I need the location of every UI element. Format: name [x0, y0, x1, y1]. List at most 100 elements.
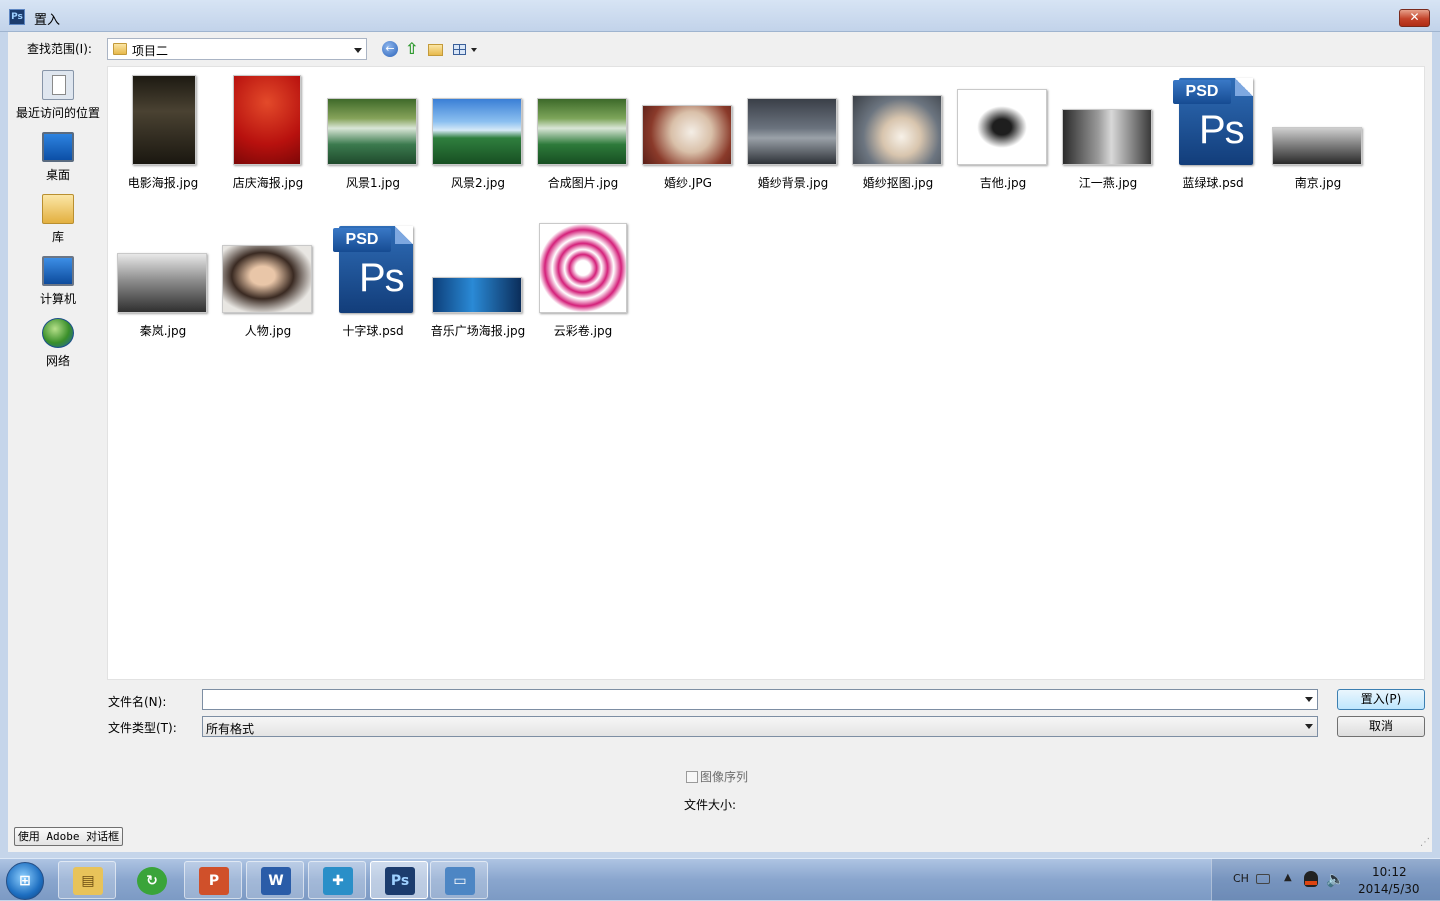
- file-name: 店庆海报.jpg: [232, 176, 304, 190]
- new-folder-button[interactable]: [428, 41, 446, 59]
- place-network[interactable]: 网络: [8, 318, 108, 369]
- file-thumbnail: [432, 98, 522, 165]
- place-button[interactable]: 置入(P): [1337, 689, 1425, 710]
- file-name: 南京.jpg: [1294, 176, 1342, 190]
- folder-icon: [113, 43, 127, 55]
- file-name: 风景1.jpg: [345, 176, 401, 190]
- clock-time[interactable]: 10:12: [1372, 865, 1407, 879]
- taskbar-app-powerpoint[interactable]: P: [184, 861, 242, 899]
- file-thumbnail: [132, 75, 196, 165]
- image-sequence-option[interactable]: 图像序列: [686, 768, 748, 785]
- file-item[interactable]: PSD Ps 蓝绿球.psd: [1161, 67, 1265, 197]
- file-thumbnail: [432, 277, 522, 313]
- back-button[interactable]: ←: [382, 41, 400, 59]
- place-desktop[interactable]: 桌面: [8, 132, 108, 183]
- desktop-icon: [42, 132, 74, 162]
- file-thumbnail: [117, 253, 207, 313]
- keyboard-icon[interactable]: [1256, 874, 1270, 884]
- library-icon: [42, 194, 74, 224]
- file-list-view[interactable]: 电影海报.jpg 店庆海报.jpg 风景1.jpg 风景2.jpg 合成图片.j…: [107, 66, 1425, 680]
- file-name: 合成图片.jpg: [547, 176, 619, 190]
- file-name: 风景2.jpg: [450, 176, 506, 190]
- view-grid-icon: [453, 44, 466, 55]
- file-explorer-icon: ▤: [73, 867, 103, 895]
- file-item[interactable]: 店庆海报.jpg: [216, 67, 320, 197]
- back-arrow-icon: ←: [382, 41, 398, 57]
- image-sequence-checkbox[interactable]: [686, 771, 698, 783]
- filetype-select[interactable]: 所有格式: [202, 716, 1318, 737]
- file-thumbnail: [537, 98, 627, 165]
- photoshop-app-icon: Ps: [9, 9, 25, 25]
- psd-file-icon: PSD Ps: [333, 226, 413, 313]
- file-item[interactable]: PSD Ps 十字球.psd: [321, 215, 425, 345]
- language-indicator[interactable]: CH: [1233, 872, 1249, 885]
- network-icon: [42, 318, 74, 348]
- chevron-down-icon: [1305, 724, 1313, 729]
- powerpoint-icon: P: [199, 867, 229, 895]
- file-item[interactable]: 音乐广场海报.jpg: [426, 215, 530, 345]
- taskbar-app-explorer[interactable]: ▤: [58, 861, 116, 899]
- app-icon: ✚: [323, 867, 353, 895]
- place-label: 桌面: [45, 168, 70, 182]
- file-item[interactable]: 婚纱抠图.jpg: [846, 67, 950, 197]
- file-item[interactable]: 秦岚.jpg: [111, 215, 215, 345]
- file-item[interactable]: 云彩卷.jpg: [531, 215, 635, 345]
- file-item[interactable]: 合成图片.jpg: [531, 67, 635, 197]
- resize-grip-icon[interactable]: ⋰: [1420, 837, 1430, 848]
- file-name: 十字球.psd: [342, 324, 404, 338]
- file-item[interactable]: 婚纱背景.jpg: [741, 67, 845, 197]
- file-name: 云彩卷.jpg: [553, 324, 613, 338]
- file-name: 人物.jpg: [244, 324, 292, 338]
- up-arrow-icon: ⇧: [405, 39, 419, 58]
- word-icon: W: [261, 867, 291, 895]
- psd-file-icon: PSD Ps: [1173, 78, 1253, 165]
- title-bar: Ps 置入 ✕: [0, 0, 1440, 32]
- taskbar-app-generic[interactable]: ✚: [308, 861, 366, 899]
- file-item[interactable]: 婚纱.JPG: [636, 67, 740, 197]
- filename-input[interactable]: [202, 689, 1318, 710]
- taskbar-app-viewer[interactable]: ▭: [430, 861, 488, 899]
- taskbar-app-photoshop[interactable]: Ps: [370, 861, 428, 899]
- file-thumbnail: [222, 245, 312, 313]
- file-item[interactable]: 江一燕.jpg: [1056, 67, 1160, 197]
- taskbar-app-word[interactable]: W: [246, 861, 304, 899]
- place-computer[interactable]: 计算机: [8, 256, 108, 307]
- file-thumbnail: [327, 98, 417, 165]
- image-sequence-label: 图像序列: [700, 770, 749, 784]
- taskbar-app-360[interactable]: ↻: [122, 861, 180, 899]
- file-name: 蓝绿球.psd: [1182, 176, 1244, 190]
- file-item[interactable]: 吉他.jpg: [951, 67, 1055, 197]
- file-item[interactable]: 南京.jpg: [1266, 67, 1370, 197]
- up-one-level-button[interactable]: ⇧: [405, 41, 423, 59]
- clock-date[interactable]: 2014/5/30: [1358, 882, 1420, 896]
- file-thumbnail: [642, 105, 732, 165]
- volume-icon[interactable]: 🔈: [1326, 870, 1345, 888]
- file-name: 江一燕.jpg: [1078, 176, 1138, 190]
- file-name: 秦岚.jpg: [139, 324, 187, 338]
- file-thumbnail: [233, 75, 301, 165]
- file-item[interactable]: 风景2.jpg: [426, 67, 530, 197]
- view-menu-button[interactable]: [452, 41, 480, 59]
- file-item[interactable]: 人物.jpg: [216, 215, 320, 345]
- start-button[interactable]: ⊞: [6, 862, 44, 900]
- psd-tag: PSD: [1173, 80, 1231, 104]
- cancel-button[interactable]: 取消: [1337, 716, 1425, 737]
- file-name: 婚纱背景.jpg: [757, 176, 829, 190]
- look-in-combobox[interactable]: 项目二: [107, 38, 367, 60]
- place-label: 最近访问的位置: [15, 106, 100, 120]
- file-item[interactable]: 电影海报.jpg: [111, 67, 215, 197]
- recent-places-icon: [42, 70, 74, 100]
- show-hidden-icons-icon[interactable]: ▲: [1284, 872, 1292, 883]
- close-button[interactable]: ✕: [1399, 9, 1430, 27]
- file-thumbnail: [539, 223, 627, 313]
- use-adobe-dialog-button[interactable]: 使用 Adobe 对话框: [14, 827, 123, 846]
- file-item[interactable]: 风景1.jpg: [321, 67, 425, 197]
- place-library[interactable]: 库: [8, 194, 108, 245]
- qq-icon[interactable]: [1304, 871, 1318, 887]
- place-recent[interactable]: 最近访问的位置: [8, 70, 108, 121]
- photoshop-icon: Ps: [385, 867, 415, 895]
- window-title: 置入: [34, 13, 61, 28]
- ps-logo: Ps: [1199, 108, 1245, 152]
- chevron-down-icon[interactable]: [1305, 697, 1313, 702]
- place-label: 计算机: [39, 292, 76, 306]
